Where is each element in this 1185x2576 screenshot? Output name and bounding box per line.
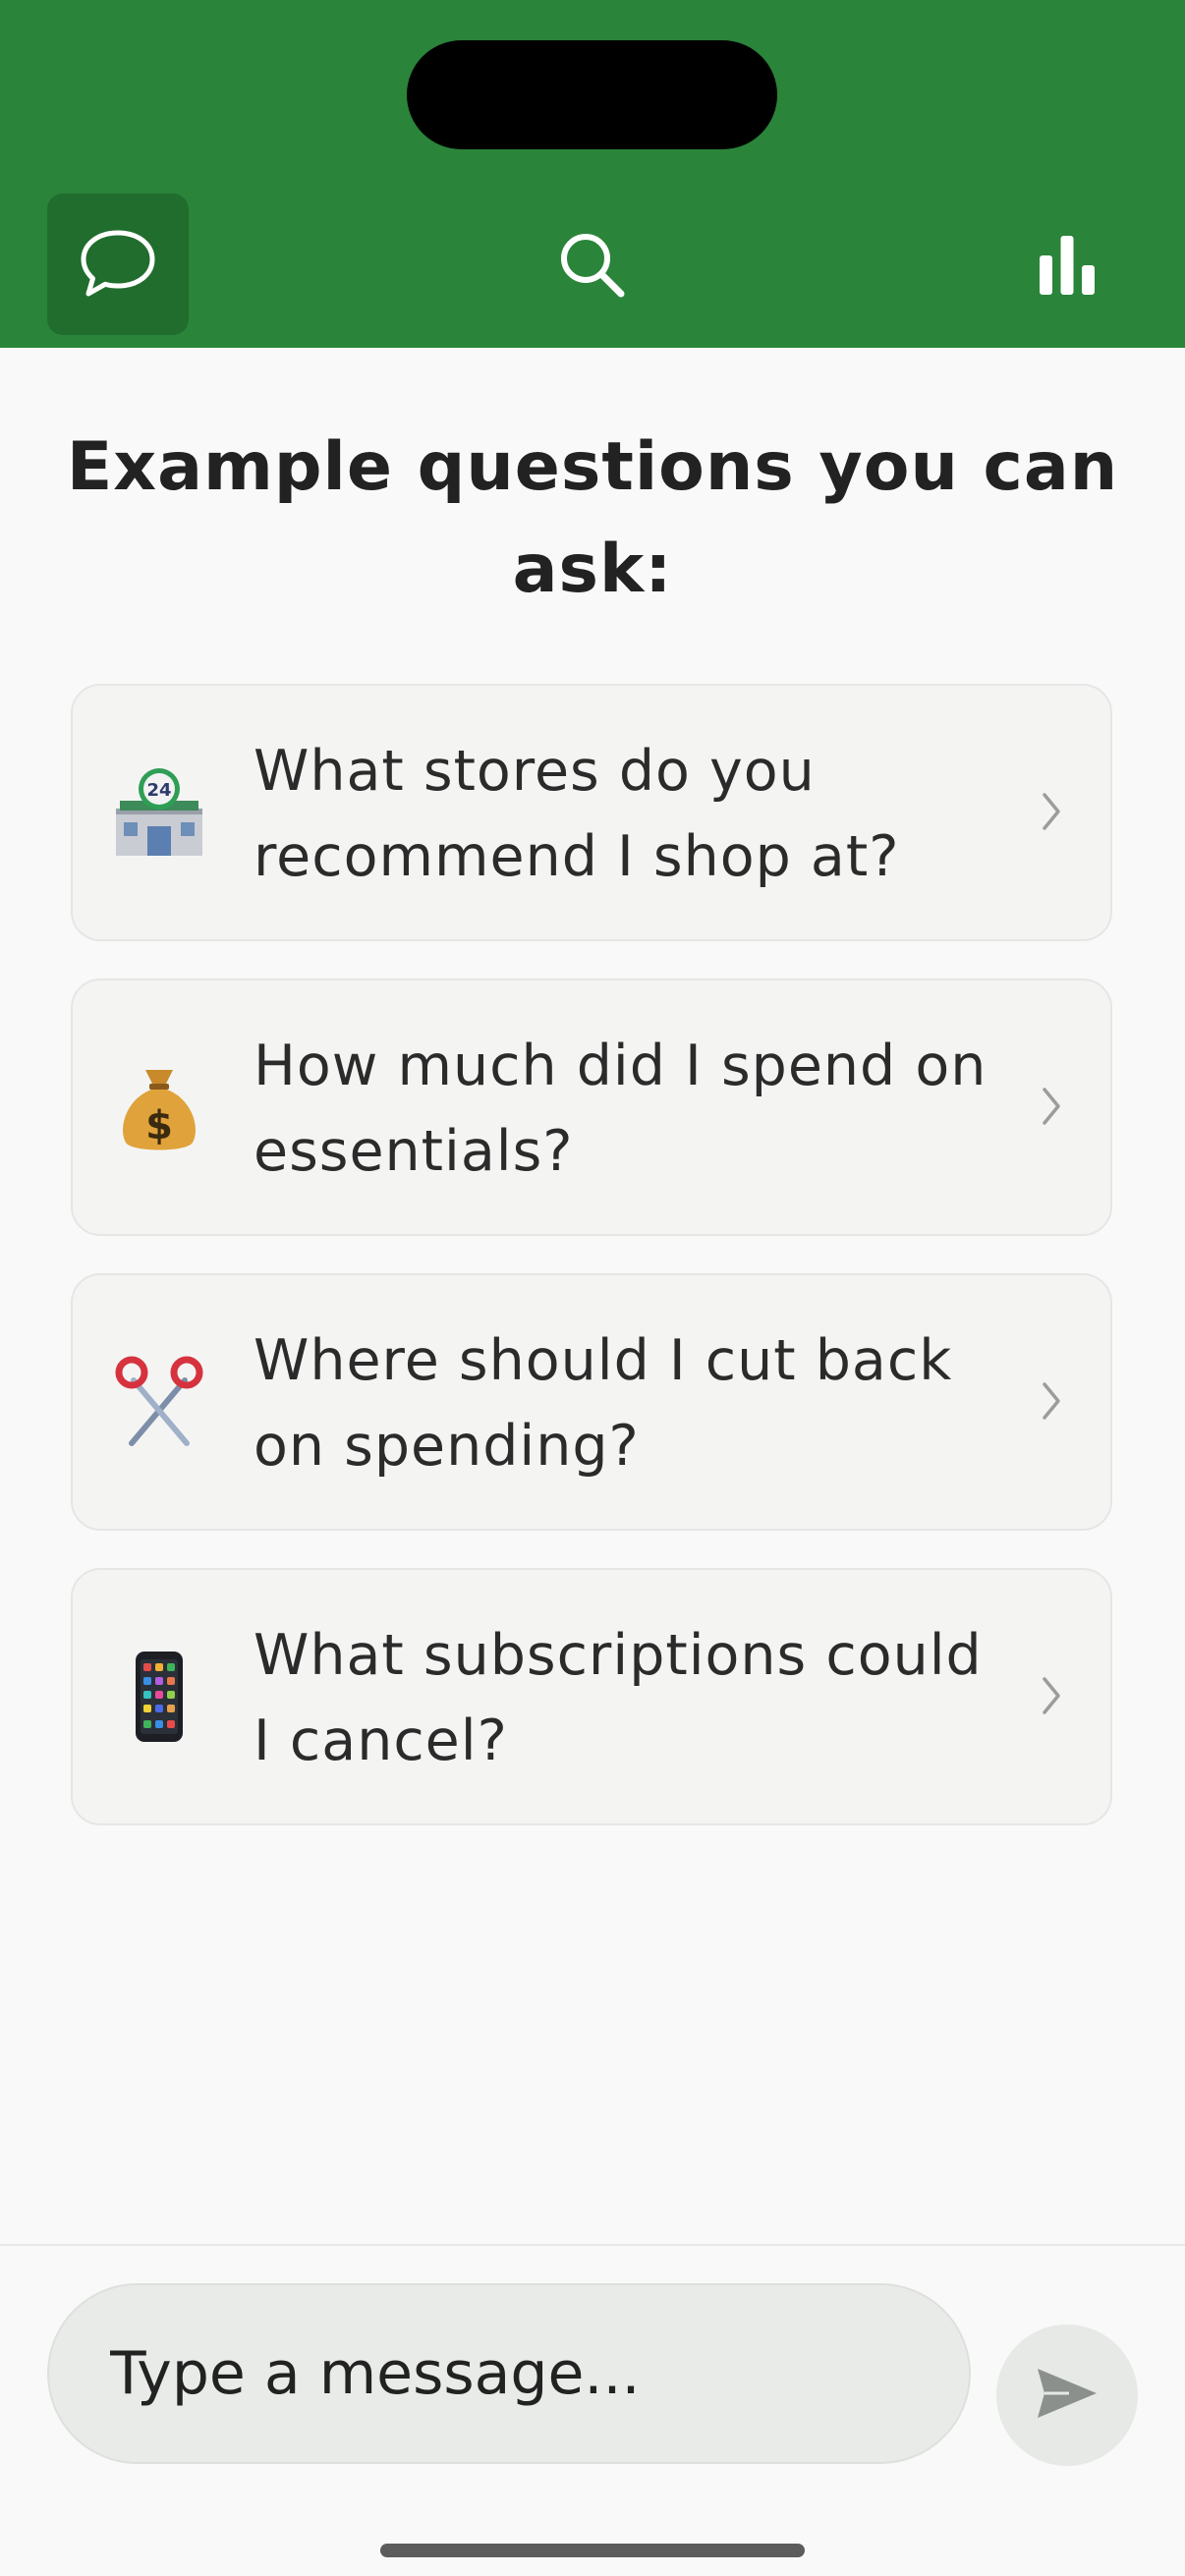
tab-stats[interactable] [996,194,1138,335]
home-indicator [380,2544,805,2557]
suggestion-text: What stores do you recommend I shop at? [254,739,900,889]
message-input[interactable] [47,2283,971,2464]
mobile-phone-icon [112,1650,206,1744]
bar-chart-icon [1038,234,1097,295]
send-button[interactable] [996,2324,1138,2466]
suggestion-card-stores[interactable]: 24 What stores do you recommend I shop a… [71,684,1112,941]
tab-chat[interactable] [47,194,189,335]
message-composer [0,2244,1185,2576]
app-header [0,0,1185,348]
chevron-right-icon [1042,792,1061,836]
tab-search[interactable] [521,194,662,335]
chat-empty-state: Example questions you can ask: 24 What s… [0,348,1185,2244]
suggestion-text: Where should I cut back on spending? [254,1328,953,1479]
page-title: Example questions you can ask: [66,428,1119,608]
chevron-right-icon [1042,1381,1061,1426]
suggestion-card-essentials[interactable]: $ How much did I spend on essentials? [71,979,1112,1236]
scissors-icon [112,1355,206,1449]
suggestion-card-cut-back[interactable]: Where should I cut back on spending? [71,1273,1112,1531]
svg-text:24: 24 [146,780,171,801]
suggestion-card-subscriptions[interactable]: What subscriptions could I cancel? [71,1568,1112,1825]
chevron-right-icon [1042,1676,1061,1720]
money-bag-icon: $ [112,1060,206,1154]
svg-text:$: $ [145,1103,173,1148]
send-icon [1036,2366,1099,2426]
dynamic-island [407,40,777,149]
convenience-store-icon: 24 [112,765,206,860]
search-icon [556,229,627,300]
chevron-right-icon [1042,1087,1061,1131]
chat-bubble-icon [79,227,157,302]
suggestion-text: How much did I spend on essentials? [254,1034,988,1184]
suggestion-text: What subscriptions could I cancel? [254,1623,983,1773]
